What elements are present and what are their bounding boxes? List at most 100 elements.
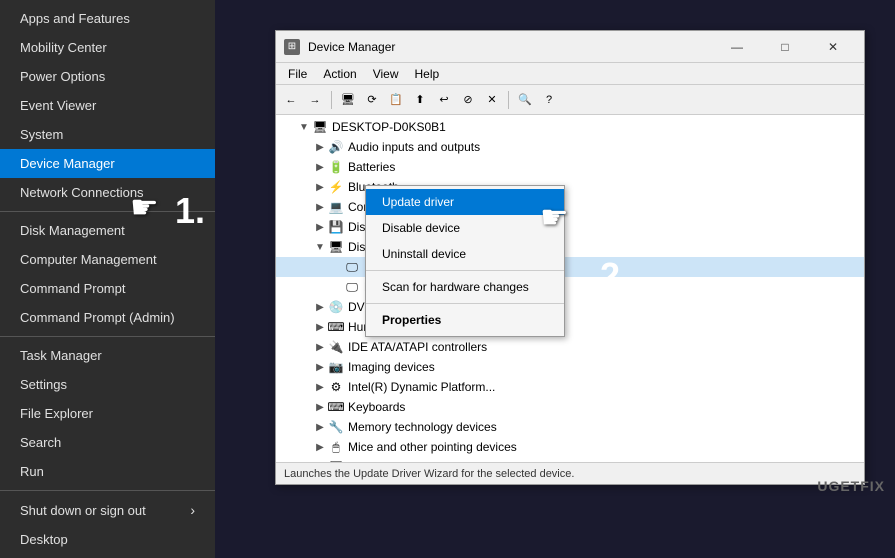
menu-action[interactable]: Action xyxy=(315,65,364,83)
logo: UGETFIX xyxy=(817,475,885,496)
expand-intel xyxy=(328,259,344,275)
window-title: Device Manager xyxy=(308,40,714,54)
expand-root: ▼ xyxy=(296,119,312,135)
tree-dynamic-label: Intel(R) Dynamic Platform... xyxy=(348,380,495,394)
toolbar-rollback[interactable]: ↩ xyxy=(433,89,455,111)
comp-icon: 💻 xyxy=(328,199,344,215)
tree-monitors[interactable]: ▶ 🖥 Monitors xyxy=(276,457,864,462)
toolbar-forward[interactable]: → xyxy=(304,89,326,111)
toolbar: ← → 🖥 ⟳ 📋 ⬆ ↩ ⊘ ✕ 🔍 ? xyxy=(276,85,864,115)
mouse-icon: 🖱 xyxy=(328,439,344,455)
tree-imaging-label: Imaging devices xyxy=(348,360,435,374)
expand-display: ▼ xyxy=(312,239,328,255)
menu-separator-3 xyxy=(0,490,215,491)
ctx-separator2 xyxy=(366,303,564,304)
expand-mice: ▶ xyxy=(312,439,328,455)
menu-item-power[interactable]: Power Options xyxy=(0,62,215,91)
toolbar-update[interactable]: ⬆ xyxy=(409,89,431,111)
tree-ide[interactable]: ▶ 🔌 IDE ATA/ATAPI controllers xyxy=(276,337,864,357)
statusbar-text: Launches the Update Driver Wizard for th… xyxy=(284,468,574,480)
tree-root-label: DESKTOP-D0KS0B1 xyxy=(332,120,446,134)
tree-audio-label: Audio inputs and outputs xyxy=(348,140,480,154)
menu-item-compmgmt[interactable]: Computer Management xyxy=(0,245,215,274)
menu-item-devmgr[interactable]: Device Manager xyxy=(0,149,215,178)
expand-computer: ▶ xyxy=(312,199,328,215)
tree-dynamic[interactable]: ▶ ⚙ Intel(R) Dynamic Platform... xyxy=(276,377,864,397)
expand-nvidia xyxy=(328,279,344,295)
step1-label: 1. xyxy=(175,190,205,232)
menu-item-settings[interactable]: Settings xyxy=(0,370,215,399)
tree-keyboards-label: Keyboards xyxy=(348,400,405,414)
tree-mice[interactable]: ▶ 🖱 Mice and other pointing devices xyxy=(276,437,864,457)
titlebar-buttons: — □ ✕ xyxy=(714,33,856,61)
tree-imaging[interactable]: ▶ 📷 Imaging devices xyxy=(276,357,864,377)
statusbar: Launches the Update Driver Wizard for th… xyxy=(276,462,864,484)
memory-icon: 🔧 xyxy=(328,419,344,435)
toolbar-props[interactable]: 📋 xyxy=(385,89,407,111)
tree-keyboards[interactable]: ▶ ⌨ Keyboards xyxy=(276,397,864,417)
menu-view[interactable]: View xyxy=(365,65,407,83)
menu-item-desktop[interactable]: Desktop xyxy=(0,525,215,554)
minimize-button[interactable]: — xyxy=(714,33,760,61)
expand-audio: ▶ xyxy=(312,139,328,155)
expand-imaging: ▶ xyxy=(312,359,328,375)
expand-memory: ▶ xyxy=(312,419,328,435)
menu-item-system[interactable]: System xyxy=(0,120,215,149)
battery-icon: 🔋 xyxy=(328,159,344,175)
disk-icon: 💾 xyxy=(328,219,344,235)
expand-disk: ▶ xyxy=(312,219,328,235)
expand-keyboards: ▶ xyxy=(312,399,328,415)
hid-icon: ⌨ xyxy=(328,319,344,335)
menu-item-apps[interactable]: Apps and Features xyxy=(0,4,215,33)
toolbar-uninstall[interactable]: ✕ xyxy=(481,89,503,111)
tree-root[interactable]: ▼ 🖥 DESKTOP-D0KS0B1 xyxy=(276,117,864,137)
tree-memory[interactable]: ▶ 🔧 Memory technology devices xyxy=(276,417,864,437)
tree-memory-label: Memory technology devices xyxy=(348,420,497,434)
menu-item-event[interactable]: Event Viewer xyxy=(0,91,215,120)
maximize-button[interactable]: □ xyxy=(762,33,808,61)
ctx-properties[interactable]: Properties xyxy=(366,307,564,333)
monitor-icon: 🖥 xyxy=(328,459,344,462)
toolbar-back[interactable]: ← xyxy=(280,89,302,111)
imaging-icon: 📷 xyxy=(328,359,344,375)
menu-item-run[interactable]: Run xyxy=(0,457,215,486)
toolbar-computer[interactable]: 🖥 xyxy=(337,89,359,111)
toolbar-refresh[interactable]: ⟳ xyxy=(361,89,383,111)
ctx-scan[interactable]: Scan for hardware changes xyxy=(366,274,564,300)
ctx-disable[interactable]: Disable device xyxy=(366,215,564,241)
toolbar-help[interactable]: ? xyxy=(538,89,560,111)
menu-separator-2 xyxy=(0,336,215,337)
display-icon: 🖥 xyxy=(328,239,344,255)
tree-audio[interactable]: ▶ 🔊 Audio inputs and outputs xyxy=(276,137,864,157)
menu-item-taskmgr[interactable]: Task Manager xyxy=(0,341,215,370)
toolbar-disable[interactable]: ⊘ xyxy=(457,89,479,111)
menu-item-cmd-admin[interactable]: Command Prompt (Admin) xyxy=(0,303,215,332)
expand-ide: ▶ xyxy=(312,339,328,355)
audio-icon: 🔊 xyxy=(328,139,344,155)
dvd-icon: 💿 xyxy=(328,299,344,315)
ctx-uninstall[interactable]: Uninstall device xyxy=(366,241,564,267)
close-button[interactable]: ✕ xyxy=(810,33,856,61)
titlebar: ⊞ Device Manager — □ ✕ xyxy=(276,31,864,63)
ctx-separator xyxy=(366,270,564,271)
expand-batteries: ▶ xyxy=(312,159,328,175)
menu-item-signout[interactable]: Shut down or sign out xyxy=(0,495,215,525)
menu-file[interactable]: File xyxy=(280,65,315,83)
ctx-update-driver[interactable]: Update driver xyxy=(366,189,564,215)
menu-item-explorer[interactable]: File Explorer xyxy=(0,399,215,428)
tree-batteries[interactable]: ▶ 🔋 Batteries xyxy=(276,157,864,177)
expand-hid: ▶ xyxy=(312,319,328,335)
tree-ide-label: IDE ATA/ATAPI controllers xyxy=(348,340,487,354)
menu-item-search[interactable]: Search xyxy=(0,428,215,457)
toolbar-scan[interactable]: 🔍 xyxy=(514,89,536,111)
window-icon: ⊞ xyxy=(284,39,300,55)
menu-help[interactable]: Help xyxy=(407,65,448,83)
toolbar-sep2 xyxy=(508,91,509,109)
tree-mice-label: Mice and other pointing devices xyxy=(348,440,517,454)
menu-item-cmd[interactable]: Command Prompt xyxy=(0,274,215,303)
menu-item-mobility[interactable]: Mobility Center xyxy=(0,33,215,62)
bluetooth-icon: ⚡ xyxy=(328,179,344,195)
win-context-menu: Apps and Features Mobility Center Power … xyxy=(0,0,215,558)
step2-label: 2. xyxy=(600,255,630,297)
tree-batteries-label: Batteries xyxy=(348,160,395,174)
